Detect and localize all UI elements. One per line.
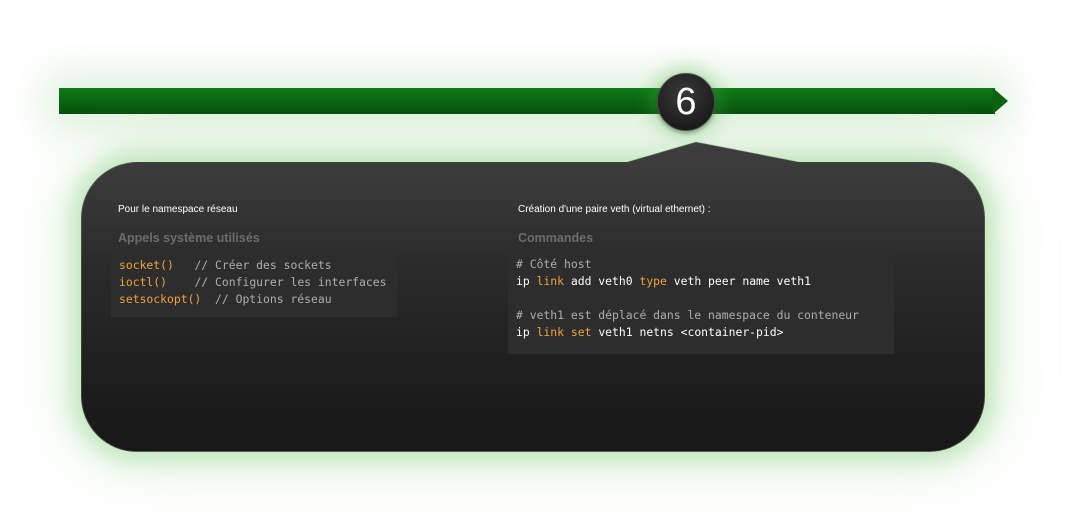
syscall-name: socket() — [119, 258, 174, 272]
syscalls-heading: Appels système utilisés — [118, 231, 260, 245]
command-word: veth1 netns <container-pid> — [598, 325, 784, 339]
code-line: setsockopt() // Options réseau — [119, 291, 397, 308]
syscall-name: ioctl() — [119, 275, 168, 289]
syscall-name: setsockopt() — [119, 292, 202, 306]
left-column-title: Pour le namespace réseau — [118, 204, 238, 215]
command-keyword: set — [570, 325, 592, 339]
syscall-comment: // Options réseau — [215, 292, 332, 306]
timeline-arrow-icon — [993, 88, 1008, 114]
right-column-title: Création d'une paire veth (virtual ether… — [518, 204, 711, 215]
command-keyword: type — [639, 274, 667, 288]
syscall-comment: // Configurer les interfaces — [194, 275, 387, 289]
command-word: ip — [516, 274, 530, 288]
code-line: ioctl() // Configurer les interfaces — [119, 274, 397, 291]
commands-heading: Commandes — [518, 231, 594, 245]
code-line: ip link set veth1 netns <container-pid> — [516, 324, 894, 341]
syscalls-code-block: socket() // Créer des sockets ioctl() //… — [111, 254, 397, 317]
command-keyword: link — [536, 274, 565, 288]
step-number: 6 — [675, 81, 697, 123]
timeline-bar — [59, 88, 995, 114]
step-badge: 6 — [657, 73, 715, 131]
commands-code-block: # Côté host ip link add veth0 type veth … — [508, 254, 894, 354]
code-line: socket() // Créer des sockets — [119, 257, 397, 274]
code-line: # Côté host — [516, 256, 894, 273]
code-line: # veth1 est déplacé dans le namespace du… — [516, 307, 894, 324]
command-keyword: link — [536, 325, 565, 339]
command-comment: # veth1 est déplacé dans le namespace du… — [516, 308, 859, 322]
command-word: ip — [516, 325, 530, 339]
command-comment: # Côté host — [516, 257, 592, 271]
code-line: ip link add veth0 type veth peer name ve… — [516, 273, 894, 290]
command-word: add veth0 — [570, 274, 633, 288]
syscall-comment: // Créer des sockets — [194, 258, 332, 272]
command-word: veth peer name veth1 — [673, 274, 811, 288]
